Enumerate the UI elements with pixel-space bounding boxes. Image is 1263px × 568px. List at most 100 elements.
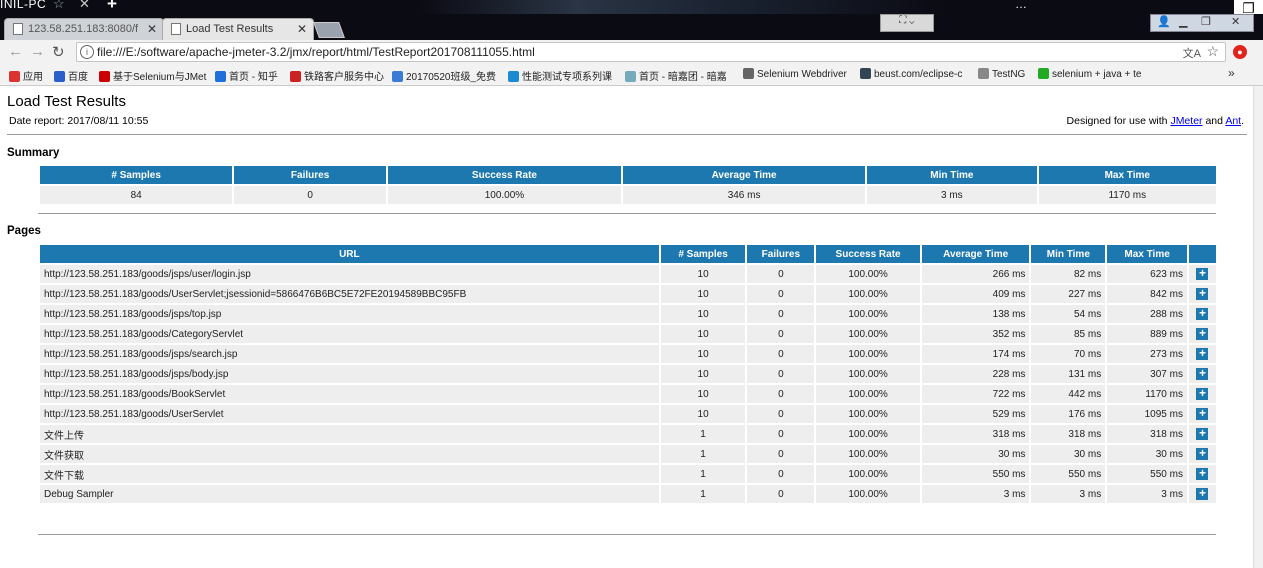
expand-plus-icon[interactable]: + bbox=[1196, 407, 1209, 420]
bookmark-item[interactable]: selenium + java + te bbox=[1038, 68, 1142, 80]
summary-cell: 346 ms bbox=[623, 186, 866, 204]
page-stat-cell: 228 ms bbox=[921, 365, 1030, 383]
page-stat-cell: 10 bbox=[660, 265, 746, 283]
more-bookmarks-icon[interactable]: » bbox=[1228, 66, 1235, 80]
table-row: http://123.58.251.183/goods/UserServlet 1… bbox=[40, 405, 1216, 423]
bookmark-favicon-icon bbox=[392, 71, 403, 82]
page-stat-cell: 10 bbox=[660, 305, 746, 323]
page-stat-cell: 0 bbox=[747, 365, 815, 383]
expand-plus-icon[interactable]: + bbox=[1196, 267, 1209, 280]
table-row: http://123.58.251.183/goods/jsps/top.jsp… bbox=[40, 305, 1216, 323]
maximize-icon[interactable]: ❐ bbox=[1201, 15, 1211, 28]
window-right-title: … bbox=[1015, 0, 1027, 11]
page-stat-cell: 0 bbox=[747, 445, 815, 463]
page-stat-cell: 0 bbox=[747, 285, 815, 303]
url-input[interactable]: i file:///E:/software/apache-jmeter-3.2/… bbox=[76, 42, 1226, 62]
expand-plus-icon[interactable]: + bbox=[1196, 487, 1209, 500]
page-stat-cell: 1 bbox=[660, 445, 746, 463]
bookmark-item[interactable]: Selenium Webdriver bbox=[743, 68, 847, 80]
info-icon[interactable]: i bbox=[80, 45, 94, 59]
page-stat-cell: 0 bbox=[747, 465, 815, 483]
window-title: INIL-PC bbox=[0, 0, 47, 11]
page-stat-cell: 176 ms bbox=[1031, 405, 1106, 423]
expand-plus-icon[interactable]: + bbox=[1196, 367, 1209, 380]
close-icon[interactable]: ✕ bbox=[147, 22, 157, 36]
expand-plus-icon[interactable]: + bbox=[1196, 347, 1209, 360]
table-row: Debug Sampler 1 0 100.00% 3 ms 3 ms 3 ms + bbox=[40, 485, 1216, 503]
summary-cell: 84 bbox=[40, 186, 233, 204]
page-url-cell: http://123.58.251.183/goods/UserServlet bbox=[40, 405, 659, 423]
minimize-icon[interactable]: ▁ bbox=[1179, 15, 1187, 28]
bookmark-item[interactable]: 首页 - 暗嘉团 - 暗嘉 bbox=[625, 68, 727, 83]
forward-arrow-icon[interactable]: → bbox=[30, 43, 45, 60]
plus-icon[interactable]: + bbox=[107, 0, 117, 14]
minimize-strip-button[interactable]: ⛶ ⌄ bbox=[880, 14, 934, 32]
bookmark-item[interactable]: 铁路客户服务中心 bbox=[290, 68, 384, 83]
expand-plus-icon[interactable]: + bbox=[1196, 427, 1209, 440]
page-stat-cell: 0 bbox=[747, 345, 815, 363]
page-url-cell: 文件获取 bbox=[40, 445, 659, 463]
reload-icon[interactable]: ↻ bbox=[52, 43, 65, 61]
vertical-scrollbar[interactable] bbox=[1253, 86, 1263, 568]
bookmark-label: 百度 bbox=[68, 72, 88, 83]
page-url-cell: http://123.58.251.183/goods/jsps/search.… bbox=[40, 345, 659, 363]
pages-column-header: # Samples bbox=[660, 245, 746, 263]
expand-plus-icon[interactable]: + bbox=[1196, 467, 1209, 480]
table-row: http://123.58.251.183/goods/jsps/user/lo… bbox=[40, 265, 1216, 283]
bookmark-item[interactable]: 20170520班级_免费 bbox=[392, 68, 496, 83]
page-stat-cell: 318 ms bbox=[1031, 425, 1106, 443]
close-icon[interactable]: ✕ bbox=[297, 22, 307, 36]
bookmark-item[interactable]: 应用 bbox=[9, 68, 43, 83]
page-stat-cell: 273 ms bbox=[1107, 345, 1187, 363]
restore-icon[interactable]: ❐ bbox=[1234, 0, 1263, 14]
bookmark-item[interactable]: 百度 bbox=[54, 68, 88, 83]
user-icon[interactable]: 👤 bbox=[1157, 15, 1171, 28]
page-stat-cell: 10 bbox=[660, 345, 746, 363]
summary-cell: 3 ms bbox=[867, 186, 1037, 204]
page-stat-cell: 318 ms bbox=[921, 425, 1030, 443]
ant-link[interactable]: Ant bbox=[1225, 115, 1241, 127]
expand-plus-icon[interactable]: + bbox=[1196, 387, 1209, 400]
jmeter-link[interactable]: JMeter bbox=[1170, 115, 1202, 127]
pages-column-header: Failures bbox=[747, 245, 815, 263]
bookmark-item[interactable]: TestNG bbox=[978, 68, 1025, 80]
expand-plus-icon[interactable]: + bbox=[1196, 327, 1209, 340]
bookmark-favicon-icon bbox=[54, 71, 65, 82]
back-arrow-icon[interactable]: ← bbox=[8, 43, 23, 60]
close-icon[interactable]: ✕ bbox=[1231, 15, 1240, 28]
summary-column-header: # Samples bbox=[40, 166, 233, 184]
bookmark-item[interactable]: 首页 - 知乎 bbox=[215, 68, 278, 83]
pages-column-header: Success Rate bbox=[816, 245, 920, 263]
expand-plus-icon[interactable]: + bbox=[1196, 287, 1209, 300]
bookmark-favicon-icon bbox=[215, 71, 226, 82]
summary-column-header: Min Time bbox=[867, 166, 1037, 184]
designed-prefix: Designed for use with bbox=[1066, 115, 1171, 127]
bookmark-item[interactable]: beust.com/eclipse-c bbox=[860, 68, 962, 80]
page-stat-cell: 0 bbox=[747, 425, 815, 443]
tab-remote-host[interactable]: 123.58.251.183:8080/f ✕ bbox=[4, 18, 164, 40]
extension-icon[interactable]: ● bbox=[1233, 45, 1247, 59]
pages-table: URL # Samples Failures Success Rate Average … bbox=[38, 243, 1218, 505]
page-stat-cell: 550 ms bbox=[921, 465, 1030, 483]
title-bar-decoration bbox=[420, 0, 940, 14]
page-stat-cell: 550 ms bbox=[1107, 465, 1187, 483]
summary-row: 84 0 100.00% 346 ms 3 ms 1170 ms bbox=[40, 186, 1216, 204]
expand-plus-icon[interactable]: + bbox=[1196, 307, 1209, 320]
bookmark-label: 铁路客户服务中心 bbox=[304, 72, 384, 83]
new-tab-button[interactable] bbox=[313, 22, 345, 38]
page-stat-cell: 1095 ms bbox=[1107, 405, 1187, 423]
bookmark-star-icon[interactable]: ☆ bbox=[1206, 43, 1219, 60]
bookmark-item[interactable]: 基于Selenium与JMet bbox=[99, 68, 206, 83]
page-stat-cell: 100.00% bbox=[816, 425, 920, 443]
page-stat-cell: 70 ms bbox=[1031, 345, 1106, 363]
window-controls: 👤 ▁ ❐ ✕ bbox=[1150, 14, 1254, 32]
translate-icon[interactable]: 文A bbox=[1183, 45, 1201, 61]
divider bbox=[38, 213, 1216, 214]
bookmark-label: Selenium Webdriver bbox=[757, 69, 847, 80]
close-icon[interactable]: ✕ bbox=[79, 0, 90, 12]
expand-cell: + bbox=[1188, 345, 1216, 363]
expand-plus-icon[interactable]: + bbox=[1196, 447, 1209, 460]
page-stat-cell: 842 ms bbox=[1107, 285, 1187, 303]
bookmark-item[interactable]: 性能测试专项系列课 bbox=[508, 68, 612, 83]
tab-load-test-results[interactable]: Load Test Results ✕ bbox=[162, 18, 314, 40]
